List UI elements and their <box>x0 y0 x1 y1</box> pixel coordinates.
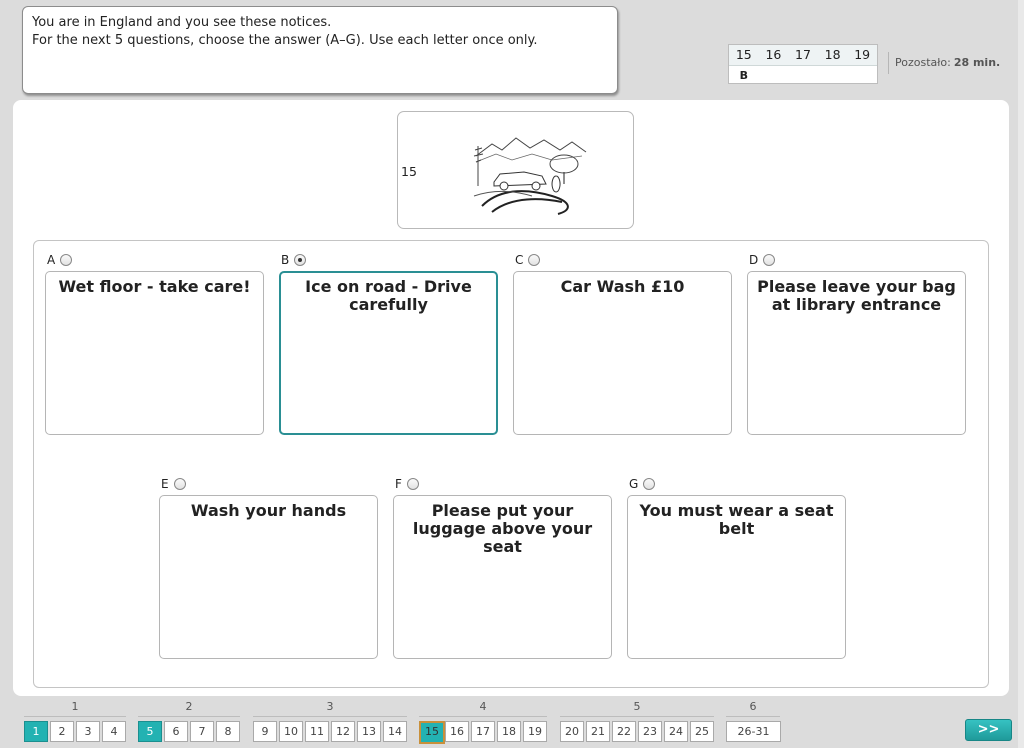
nav-question-20[interactable]: 20 <box>560 721 584 742</box>
answers-header-16: 16 <box>765 47 782 62</box>
nav-question-13[interactable]: 13 <box>357 721 381 742</box>
nav-question-3[interactable]: 3 <box>76 721 100 742</box>
nav-question-14[interactable]: 14 <box>383 721 407 742</box>
option-a-card[interactable]: Wet floor - take care! <box>45 271 264 435</box>
instructions-panel: You are in England and you see these not… <box>22 6 618 94</box>
window-edge <box>1018 0 1024 748</box>
option-a-radio[interactable] <box>60 254 73 266</box>
nav-group-1-line <box>24 716 126 717</box>
option-a-text: Wet floor - take care! <box>58 277 251 296</box>
question-card: 15 <box>397 111 634 229</box>
nav-group-5-line <box>560 716 714 717</box>
timer-value: 28 min. <box>953 56 1001 69</box>
option-g-card[interactable]: You must wear a seat belt <box>627 495 846 659</box>
nav-question-21[interactable]: 21 <box>586 721 610 742</box>
option-d-text: Please leave your bag at library entranc… <box>757 277 956 314</box>
nav-group-6-label: 6 <box>749 700 757 713</box>
nav-question-16[interactable]: 16 <box>445 721 469 742</box>
nav-group-1-label: 1 <box>71 700 79 713</box>
option-e-card[interactable]: Wash your hands <box>159 495 378 659</box>
nav-question-18[interactable]: 18 <box>497 721 521 742</box>
option-d-letter: D <box>749 253 759 267</box>
answers-header-18: 18 <box>824 47 841 62</box>
option-d-radio[interactable] <box>763 254 776 266</box>
option-b-header: B <box>281 252 307 268</box>
option-e-header: E <box>161 476 186 492</box>
option-g-letter: G <box>629 477 639 491</box>
option-c-header: C <box>515 252 541 268</box>
option-d-header: D <box>749 252 776 268</box>
answer-value-15: B <box>739 69 748 82</box>
nav-question-4[interactable]: 4 <box>102 721 126 742</box>
time-remaining: Pozostało: 28 min. <box>888 52 1000 74</box>
answer-value-17 <box>788 66 818 85</box>
answers-header-19: 19 <box>854 47 871 62</box>
option-g-header: G <box>629 476 656 492</box>
question-number: 15 <box>401 164 417 179</box>
option-e-text: Wash your hands <box>190 501 347 520</box>
option-c-card[interactable]: Car Wash £10 <box>513 271 732 435</box>
nav-group-3-line <box>253 716 407 717</box>
nav-question-8[interactable]: 8 <box>216 721 240 742</box>
answer-value-16 <box>759 66 789 85</box>
option-c-text: Car Wash £10 <box>560 277 685 296</box>
nav-group-4-line <box>419 716 547 717</box>
timer-label: Pozostało: <box>895 56 951 69</box>
nav-question-12[interactable]: 12 <box>331 721 355 742</box>
nav-question-2[interactable]: 2 <box>50 721 74 742</box>
answers-header-15: 15 <box>735 47 752 62</box>
question-navigation: 1 2 3 4 5 6 1 2 3 4 5 6 7 8 9 10 11 12 1… <box>0 698 1024 748</box>
option-f-letter: F <box>395 477 402 491</box>
nav-question-6[interactable]: 6 <box>164 721 188 742</box>
option-a-header: A <box>47 252 73 268</box>
instruction-line-2: For the next 5 questions, choose the ans… <box>32 33 538 48</box>
option-f-radio[interactable] <box>406 478 419 490</box>
option-b-text: Ice on road - Drive carefully <box>305 277 472 314</box>
answers-summary-table: 15 16 17 18 19 B <box>728 44 878 84</box>
question-area: 15 A Wet floor - take care! B Ice on roa… <box>13 100 1009 696</box>
nav-group-4-label: 4 <box>479 700 487 713</box>
option-g-radio[interactable] <box>643 478 656 490</box>
nav-question-15[interactable]: 15 <box>419 721 445 744</box>
nav-question-11[interactable]: 11 <box>305 721 329 742</box>
option-f-card[interactable]: Please put your luggage above your seat <box>393 495 612 659</box>
option-g-text: You must wear a seat belt <box>639 501 834 538</box>
option-f-header: F <box>395 476 419 492</box>
option-a-letter: A <box>47 253 56 267</box>
answers-header-17: 17 <box>795 47 811 62</box>
next-button[interactable]: >> <box>965 719 1012 741</box>
nav-group-6-line <box>726 716 780 717</box>
nav-question-1[interactable]: 1 <box>24 721 48 742</box>
nav-question-19[interactable]: 19 <box>523 721 547 742</box>
option-b-radio[interactable] <box>294 254 307 266</box>
nav-question-25[interactable]: 25 <box>690 721 714 742</box>
nav-question-22[interactable]: 22 <box>612 721 636 742</box>
nav-question-5[interactable]: 5 <box>138 721 162 742</box>
road-icy-car-illustration-icon <box>473 137 587 215</box>
nav-question-7[interactable]: 7 <box>190 721 214 742</box>
nav-group-2-line <box>138 716 240 717</box>
nav-question-10[interactable]: 10 <box>279 721 303 742</box>
option-c-letter: C <box>515 253 524 267</box>
option-e-letter: E <box>161 477 169 491</box>
answer-value-18 <box>818 66 848 85</box>
nav-group-5-label: 5 <box>633 700 641 713</box>
option-c-radio[interactable] <box>528 254 541 266</box>
option-b-card[interactable]: Ice on road - Drive carefully <box>279 271 498 435</box>
option-b-letter: B <box>281 253 290 267</box>
nav-question-24[interactable]: 24 <box>664 721 688 742</box>
nav-group-3-label: 3 <box>326 700 334 713</box>
instruction-line-1: You are in England and you see these not… <box>32 15 332 30</box>
answer-value-19 <box>847 66 877 85</box>
option-d-card[interactable]: Please leave your bag at library entranc… <box>747 271 966 435</box>
nav-question-26-31[interactable]: 26-31 <box>726 721 781 742</box>
nav-question-17[interactable]: 17 <box>471 721 495 742</box>
nav-question-23[interactable]: 23 <box>638 721 662 742</box>
option-e-radio[interactable] <box>173 478 186 490</box>
nav-question-9[interactable]: 9 <box>253 721 277 742</box>
nav-group-2-label: 2 <box>185 700 193 713</box>
option-f-text: Please put your luggage above your seat <box>412 501 593 556</box>
